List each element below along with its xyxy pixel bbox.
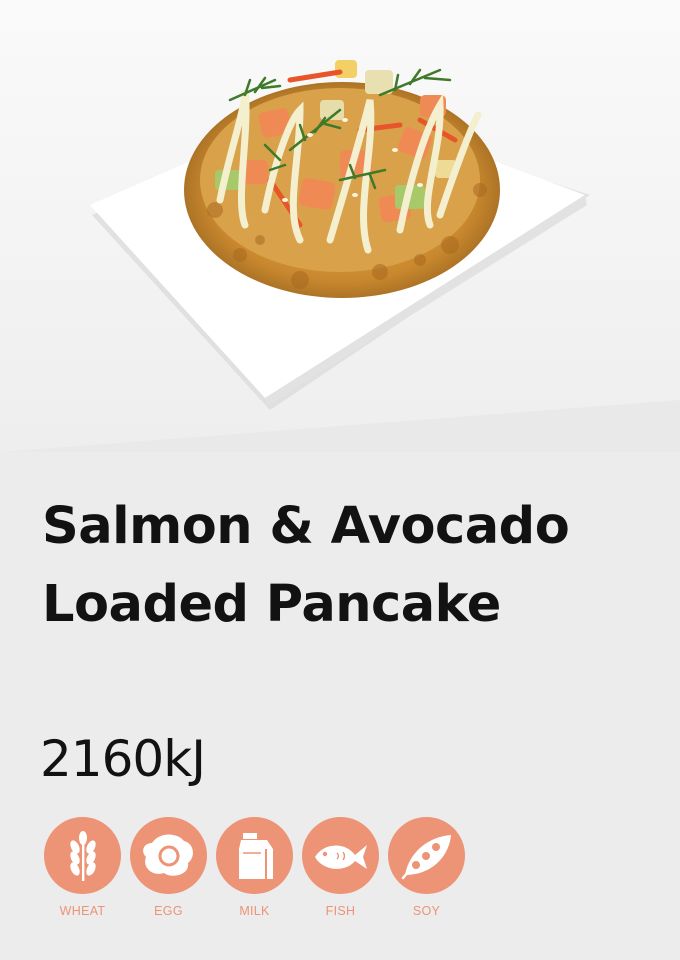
allergen-label: EGG [154,904,183,918]
allergen-label: FISH [325,904,356,918]
egg-icon [130,817,207,894]
hero-image [0,0,680,452]
product-title-line-2: Loaded Pancake [42,575,501,634]
soy-pod-icon [388,817,465,894]
allergen-label: SOY [412,904,441,918]
energy-value: 2160kJ [40,730,206,788]
product-title-line-1: Salmon & Avocado [42,497,570,556]
allergen-soy: SOY [388,817,465,918]
milk-carton-icon [216,817,293,894]
fish-icon [302,817,379,894]
allergen-wheat: WHEAT [44,817,121,918]
allergen-milk: MILK [216,817,293,918]
wheat-icon [44,817,121,894]
allergen-label: WHEAT [59,904,106,918]
allergen-fish: FISH [302,817,379,918]
allergen-label: MILK [239,904,270,918]
product-title: Salmon & Avocado Loaded Pancake [42,488,662,644]
allergen-egg: EGG [130,817,207,918]
pancake-photo [0,0,680,452]
allergen-list: WHEAT EGG MILK FISH SOY [44,817,465,918]
